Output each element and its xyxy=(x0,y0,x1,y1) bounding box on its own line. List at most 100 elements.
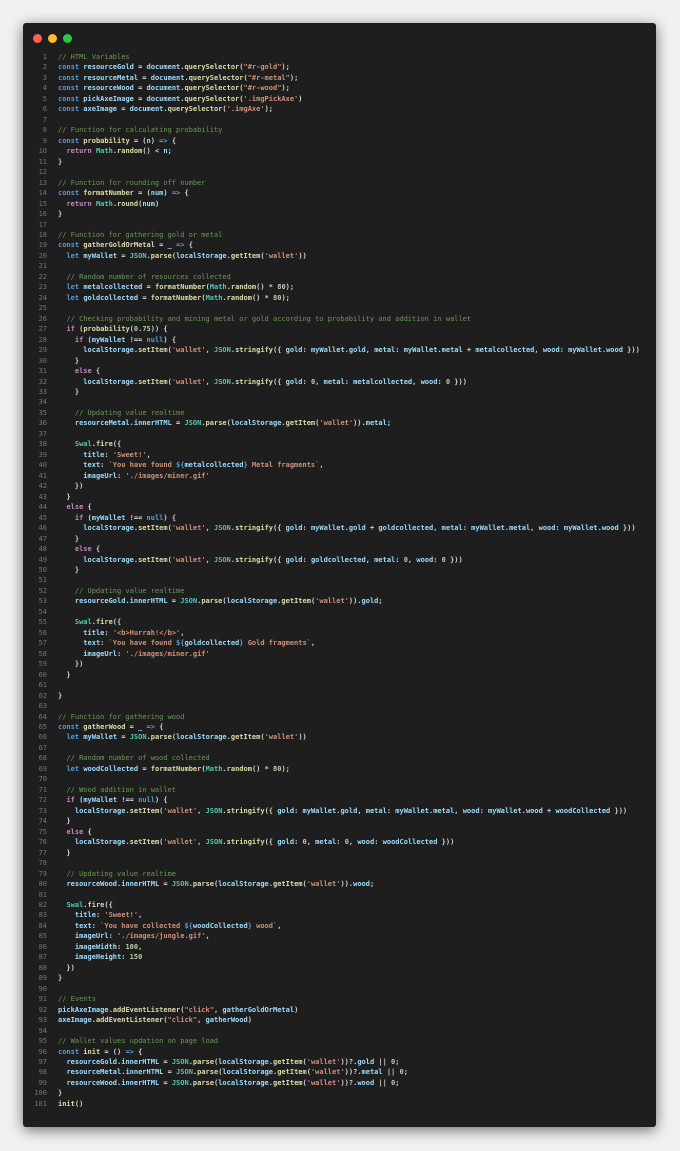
code-text: if (myWallet !== null) { xyxy=(74,513,177,522)
line-number: 78 xyxy=(38,859,47,868)
line-number: 30 xyxy=(38,356,47,365)
line-number: 90 xyxy=(38,984,47,993)
minimize-window-button[interactable] xyxy=(48,34,57,43)
code-text: const axeImage = document.querySelector(… xyxy=(58,105,273,114)
line-number: 28 xyxy=(38,335,47,344)
line-number: 88 xyxy=(38,963,47,972)
code-text: localStorage.setItem('wallet', JSON.stri… xyxy=(83,555,463,564)
line-number: 99 xyxy=(38,1078,47,1087)
code-line: 81 xyxy=(23,890,656,900)
code-text: } xyxy=(58,691,63,700)
line-number: 4 xyxy=(42,84,47,93)
code-text: // Random number of resources collected xyxy=(66,272,231,281)
line-number: 79 xyxy=(38,869,47,878)
line-number: 25 xyxy=(38,304,47,313)
code-line: 29 localStorage.setItem('wallet', JSON.s… xyxy=(23,345,656,355)
line-number: 89 xyxy=(38,974,47,983)
code-text: imageUrl: './images/miner.gif' xyxy=(83,471,210,480)
line-number: 59 xyxy=(38,660,47,669)
code-line: 57 text: `You have found ${goldcollected… xyxy=(23,638,656,648)
code-text: const pickAxeImage = document.querySelec… xyxy=(58,94,303,103)
code-text: const resourceWood = document.querySelec… xyxy=(58,84,290,93)
code-text: title: 'Sweet!', xyxy=(74,911,143,920)
line-number: 87 xyxy=(38,953,47,962)
line-number: 32 xyxy=(38,377,47,386)
code-line: 30 } xyxy=(23,356,656,366)
line-number: 74 xyxy=(38,817,47,826)
code-line: 1 // HTML Variables xyxy=(23,52,656,62)
code-line: 92 pickAxeImage.addEventListener("click",… xyxy=(23,1005,656,1015)
line-number: 17 xyxy=(38,220,47,229)
line-number: 43 xyxy=(38,492,47,501)
code-line: 44 else { xyxy=(23,502,656,512)
line-number: 81 xyxy=(38,890,47,899)
line-number: 14 xyxy=(38,189,47,198)
code-line: 84 text: `You have collected ${woodColle… xyxy=(23,921,656,931)
code-line: 33 } xyxy=(23,387,656,397)
line-number: 65 xyxy=(38,723,47,731)
code-line: 71 // Wood addition in wallet xyxy=(23,785,656,795)
line-number: 66 xyxy=(38,733,47,742)
line-number: 98 xyxy=(38,1068,47,1077)
code-line: 36 resourceMetal.innerHTML = JSON.parse(… xyxy=(23,418,656,428)
code-text: } xyxy=(58,848,71,857)
code-line: 66 let myWallet = JSON.parse(localStorag… xyxy=(23,732,656,742)
code-text: }) xyxy=(58,660,84,669)
code-text: else { xyxy=(66,827,92,836)
code-line: 67 xyxy=(23,743,656,753)
line-number: 55 xyxy=(38,618,47,627)
code-line: 42 }) xyxy=(23,481,656,491)
line-number: 72 xyxy=(38,796,47,805)
line-number: 31 xyxy=(38,367,47,376)
code-line: 25 xyxy=(23,303,656,313)
code-line: 58 imageUrl: './images/miner.gif' xyxy=(23,649,656,659)
code-line: 35 // Updating value realtime xyxy=(23,408,656,418)
code-line: 85 imageUrl: './images/jungle.gif', xyxy=(23,931,656,941)
line-number: 68 xyxy=(38,754,47,763)
code-line: 62} xyxy=(23,691,656,701)
line-number: 75 xyxy=(38,827,47,836)
code-line: 49 localStorage.setItem('wallet', JSON.s… xyxy=(23,555,656,565)
line-number: 24 xyxy=(38,293,47,302)
line-number: 51 xyxy=(38,576,47,585)
line-number: 10 xyxy=(38,147,47,156)
line-number: 46 xyxy=(38,524,47,533)
code-text: const formatNumber = (num) => { xyxy=(58,189,189,198)
code-line: 94 xyxy=(23,1026,656,1036)
code-line: 32 localStorage.setItem('wallet', JSON.s… xyxy=(23,377,656,387)
code-text: resourceWood.innerHTML = JSON.parse(loca… xyxy=(66,1078,400,1087)
code-text: Swal.fire({ xyxy=(66,900,113,909)
code-block: 1 // HTML Variables 2 const resourceGold = … xyxy=(23,52,656,1109)
line-number: 61 xyxy=(38,681,47,690)
code-text: let myWallet = JSON.parse(localStorage.g… xyxy=(66,251,307,260)
code-line: 40 text: `You have found ${metalcollecte… xyxy=(23,460,656,470)
code-text: Swal.fire({ xyxy=(74,618,122,627)
code-line: 101 init() xyxy=(23,1099,656,1109)
line-number: 93 xyxy=(38,1016,47,1025)
code-line: 39 title: 'Sweet!', xyxy=(23,450,656,460)
code-text: let goldcollected = formatNumber(Math.ra… xyxy=(66,293,290,302)
line-number: 9 xyxy=(42,136,47,145)
code-text: // Function for calculating probability xyxy=(58,126,223,135)
code-text: axeImage.addEventListener("click", gathe… xyxy=(58,1016,252,1025)
line-number: 48 xyxy=(38,545,47,554)
line-number: 60 xyxy=(38,670,47,679)
code-line: 87 imageHeight: 150 xyxy=(23,952,656,962)
line-number: 41 xyxy=(38,471,47,480)
code-line: 53 resourceGold.innerHTML = JSON.parse(l… xyxy=(23,596,656,606)
line-number: 97 xyxy=(38,1058,47,1066)
line-number: 47 xyxy=(38,534,47,543)
line-number: 54 xyxy=(38,607,47,616)
line-number: 15 xyxy=(38,199,47,208)
code-text: text: `You have collected ${woodCollecte… xyxy=(74,921,282,930)
close-window-button[interactable] xyxy=(33,34,42,43)
code-text: return Math.random() < n; xyxy=(66,147,172,156)
code-text: pickAxeImage.addEventListener("click", g… xyxy=(58,1005,299,1014)
maximize-window-button[interactable] xyxy=(63,34,72,43)
code-text: } xyxy=(58,210,63,219)
code-line: 19 const gatherGoldOrMetal = _ => { xyxy=(23,240,656,250)
line-number: 86 xyxy=(38,942,47,951)
code-text: if (probability(0.75)) { xyxy=(66,325,168,334)
code-line: 55 Swal.fire({ xyxy=(23,617,656,627)
code-text: imageHeight: 150 xyxy=(74,953,143,962)
